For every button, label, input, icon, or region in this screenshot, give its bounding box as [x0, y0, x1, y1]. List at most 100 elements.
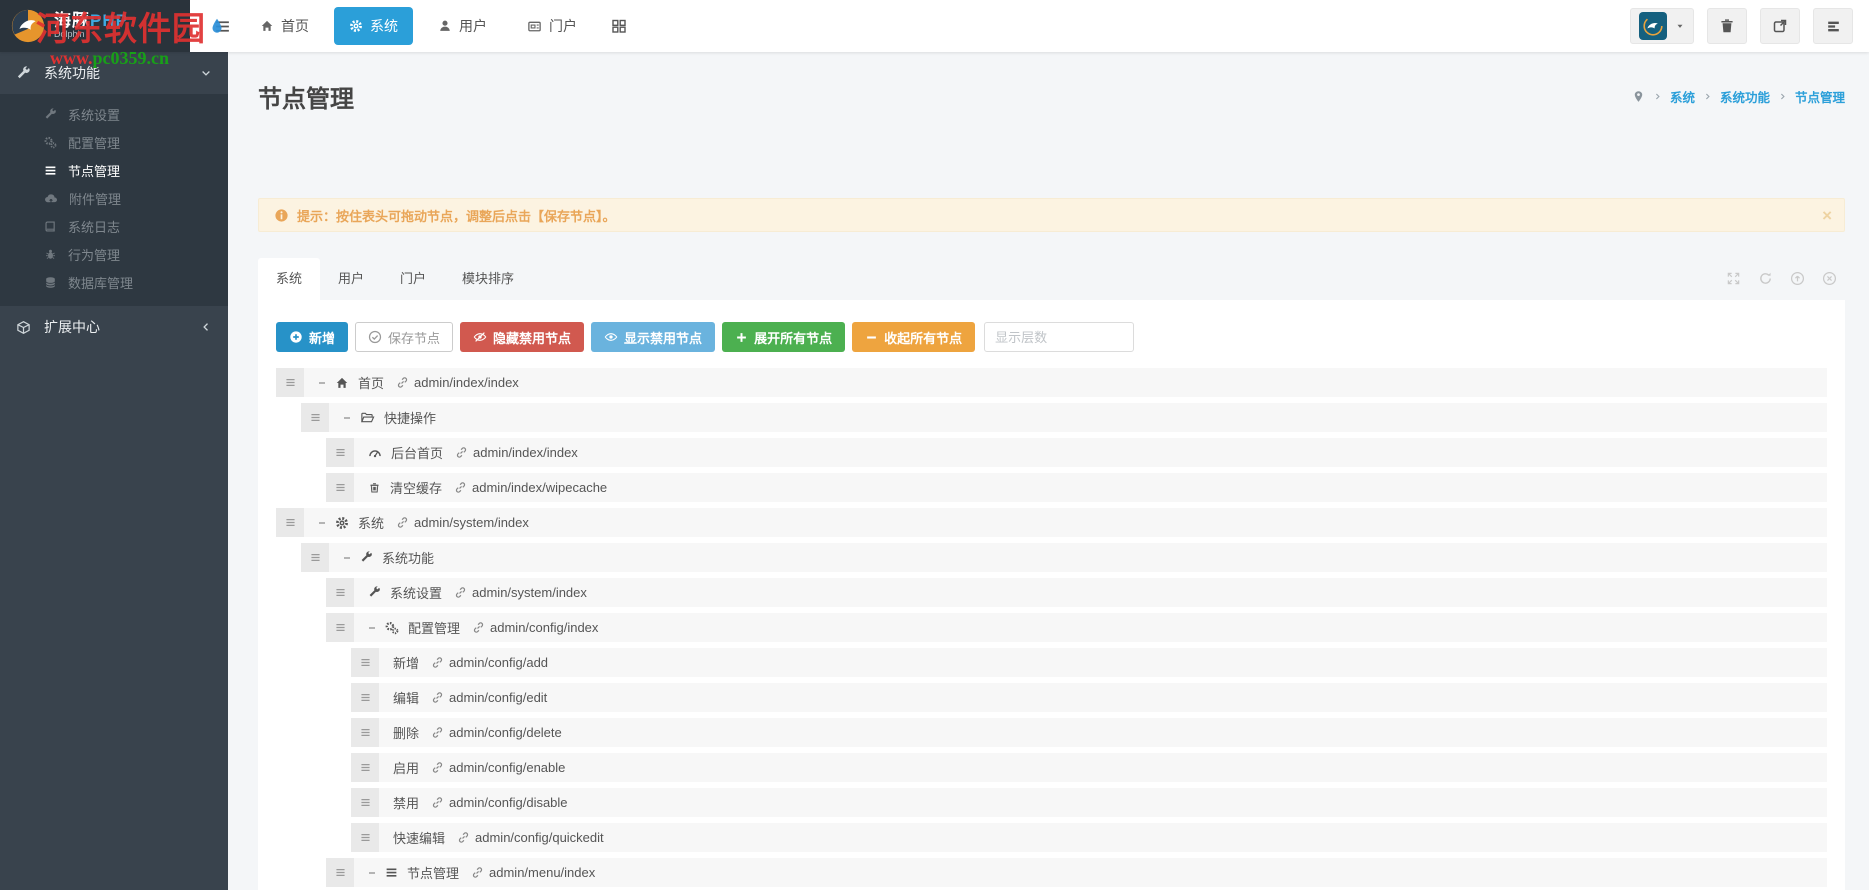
drag-handle-icon[interactable]	[276, 368, 304, 397]
node-link[interactable]: admin/config/index	[472, 620, 598, 635]
drag-handle-icon[interactable]	[326, 613, 354, 642]
sidebar-toggle-button[interactable]	[204, 8, 240, 44]
node-link[interactable]: admin/config/add	[431, 655, 548, 670]
node-url: admin/config/index	[490, 620, 599, 635]
tree-row: 禁用 admin/config/disable	[351, 788, 1827, 817]
drag-handle-icon[interactable]	[301, 403, 329, 432]
breadcrumb-link-system[interactable]: 系统	[1670, 87, 1695, 106]
info-circle-icon	[275, 208, 288, 222]
collapse-toggle[interactable]	[343, 414, 351, 422]
node-link[interactable]: admin/config/delete	[431, 725, 562, 740]
node-link[interactable]: admin/config/disable	[431, 795, 568, 810]
drag-handle-icon[interactable]	[351, 753, 379, 782]
chevron-left-icon	[203, 323, 208, 331]
node-link[interactable]: admin/config/enable	[431, 760, 565, 775]
map-marker-icon	[1632, 90, 1645, 103]
drag-handle-icon[interactable]	[351, 648, 379, 677]
link-icon	[432, 727, 443, 738]
tab-user[interactable]: 用户	[320, 258, 382, 300]
collapse-toggle[interactable]	[368, 624, 376, 632]
breadcrumb-link-node-management[interactable]: 节点管理	[1795, 87, 1845, 106]
node-link[interactable]: admin/config/edit	[431, 690, 547, 705]
drag-handle-icon[interactable]	[351, 683, 379, 712]
node-url: admin/config/disable	[449, 795, 568, 810]
brand-subtitle: Dolphin	[54, 29, 85, 40]
sidebar-item-node-management[interactable]: 节点管理	[0, 156, 228, 184]
display-layers-input[interactable]	[984, 322, 1135, 352]
node-label: 后台首页	[391, 446, 444, 461]
refresh-panel-icon[interactable]	[1758, 271, 1773, 286]
avatar-button[interactable]	[1630, 8, 1694, 44]
node-link[interactable]: admin/config/quickedit	[457, 830, 604, 845]
sidebar-item-behavior[interactable]: 行为管理	[0, 240, 228, 268]
top-nav-menu: 首页 系统 用户 门户	[190, 0, 637, 52]
tab-system[interactable]: 系统	[258, 258, 321, 300]
save-nodes-button[interactable]: 保存节点	[355, 322, 454, 352]
node-link[interactable]: admin/index/index	[455, 445, 578, 460]
collapse-toggle[interactable]	[318, 379, 326, 387]
node-link[interactable]: admin/index/index	[396, 375, 519, 390]
page-title: 节点管理	[258, 85, 354, 113]
sidebar-item-attachments[interactable]: 附件管理	[0, 184, 228, 212]
drag-handle-icon[interactable]	[351, 823, 379, 852]
collapse-toggle[interactable]	[343, 554, 351, 562]
node-label: 清空缓存	[390, 481, 443, 496]
nav-item-user[interactable]: 用户	[423, 7, 502, 45]
drag-handle-icon[interactable]	[326, 858, 354, 887]
sidebar-section-system-functions[interactable]: 系统功能	[0, 52, 228, 94]
sidebar-item-database[interactable]: 数据库管理	[0, 268, 228, 296]
collapse-toggle[interactable]	[318, 519, 326, 527]
add-node-button[interactable]: 新增	[276, 322, 349, 352]
drag-handle-icon[interactable]	[351, 788, 379, 817]
show-disabled-nodes-button[interactable]: 显示禁用节点	[591, 322, 716, 352]
alert-close-button[interactable]: ×	[1822, 199, 1832, 233]
sidebar-item-system-logs[interactable]: 系统日志	[0, 212, 228, 240]
drag-handle-icon[interactable]	[326, 473, 354, 502]
drag-handle-icon[interactable]	[351, 718, 379, 747]
nav-item-system[interactable]: 系统	[334, 7, 413, 45]
tree-row: 删除 admin/config/delete	[351, 718, 1827, 747]
node-link[interactable]: admin/index/wipecache	[454, 480, 607, 495]
collapse-panel-icon[interactable]	[1790, 271, 1805, 286]
expand-panel-icon[interactable]	[1726, 271, 1741, 286]
sidebar-item-config[interactable]: 配置管理	[0, 128, 228, 156]
node-url: admin/index/index	[414, 375, 519, 390]
tree-row: 启用 admin/config/enable	[351, 753, 1827, 782]
tab-portal[interactable]: 门户	[382, 258, 444, 300]
sidebar-section-extensions[interactable]: 扩展中心	[0, 306, 228, 348]
nav-item-home[interactable]: 首页	[245, 7, 324, 45]
breadcrumb-link-system-functions[interactable]: 系统功能	[1720, 87, 1770, 106]
brand-logo[interactable]: 海豚PHP Dolphin 河东软件园 www.pc0359.cn	[0, 0, 222, 68]
hide-disabled-nodes-button[interactable]: 隐藏禁用节点	[460, 322, 585, 352]
node-label: 编辑	[393, 691, 420, 706]
close-panel-icon[interactable]	[1822, 271, 1837, 286]
hamburger-icon	[215, 20, 229, 32]
tree-row: 编辑 admin/config/edit	[351, 683, 1827, 712]
drag-handle-icon[interactable]	[301, 543, 329, 572]
tab-module-sort[interactable]: 模块排序	[444, 258, 532, 300]
bug-icon	[46, 249, 55, 259]
user-icon	[440, 20, 450, 31]
drag-handle-icon[interactable]	[276, 508, 304, 537]
node-icon	[385, 621, 399, 635]
node-link[interactable]: admin/system/index	[396, 515, 529, 530]
node-link[interactable]: admin/system/index	[454, 585, 587, 600]
drag-handle-icon[interactable]	[326, 438, 354, 467]
tree-row: 系统 admin/system/index	[276, 508, 1827, 537]
collapse-toggle[interactable]	[368, 869, 376, 877]
panel-tools	[1726, 271, 1837, 286]
drag-handle-icon[interactable]	[326, 578, 354, 607]
fullscreen-button[interactable]	[1760, 8, 1800, 44]
collapse-all-nodes-button[interactable]: 收起所有节点	[852, 322, 976, 352]
grid-icon	[612, 19, 626, 33]
node-link[interactable]: admin/menu/index	[471, 865, 595, 880]
node-label: 启用	[393, 761, 420, 776]
modules-grid-button[interactable]	[601, 8, 637, 44]
chevron-down-icon	[202, 71, 210, 76]
quick-menu-button[interactable]	[1813, 8, 1853, 44]
expand-all-nodes-button[interactable]: 展开所有节点	[722, 322, 846, 352]
sidebar-item-system-settings[interactable]: 系统设置	[0, 100, 228, 128]
clear-cache-button[interactable]	[1707, 8, 1747, 44]
book-icon	[45, 220, 55, 232]
nav-item-portal[interactable]: 门户	[512, 7, 592, 45]
